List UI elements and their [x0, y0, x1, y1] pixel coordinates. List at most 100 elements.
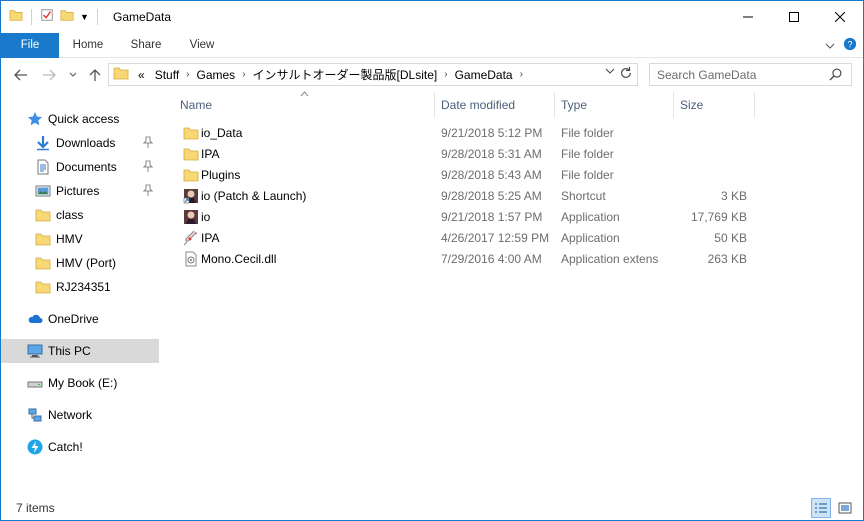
nav-item-rj234351[interactable]: RJ234351: [1, 275, 159, 299]
maximize-button[interactable]: [771, 1, 817, 33]
file-date: 9/28/2018 5:43 AM: [441, 168, 542, 182]
explorer-window: ▼ GameData File Home Share View ? « Stuf…: [0, 0, 864, 521]
nav-network[interactable]: Network: [1, 403, 159, 427]
table-row[interactable]: Mono.Cecil.dll 7/29/2016 4:00 AM Applica…: [179, 249, 759, 270]
properties-icon[interactable]: [40, 8, 54, 25]
nav-label: class: [56, 208, 84, 222]
search-input[interactable]: Search GameData: [649, 63, 852, 86]
file-size: 3 KB: [720, 189, 747, 203]
nav-my-book[interactable]: My Book (E:): [1, 371, 159, 395]
chevron-right-icon[interactable]: ›: [240, 69, 247, 80]
folder-icon: [35, 255, 51, 271]
nav-label: Downloads: [56, 136, 116, 150]
dll-icon: [183, 251, 199, 267]
nav-item-class[interactable]: class: [1, 203, 159, 227]
back-button[interactable]: [11, 65, 31, 85]
column-header-size[interactable]: Size: [672, 92, 752, 118]
item-count: 7 items: [16, 501, 55, 515]
breadcrumb-gamedata[interactable]: GameData: [450, 68, 518, 82]
pin-icon[interactable]: [142, 160, 154, 175]
nav-label: Catch!: [48, 440, 83, 454]
file-type: Application: [561, 210, 620, 224]
tab-file[interactable]: File: [1, 33, 59, 58]
refresh-icon[interactable]: [619, 66, 633, 83]
chevron-right-icon[interactable]: ›: [518, 69, 525, 80]
nav-item-pictures[interactable]: Pictures: [1, 179, 159, 203]
expand-ribbon-icon[interactable]: [825, 39, 835, 53]
folder-icon: [183, 167, 199, 183]
nav-onedrive[interactable]: OneDrive: [1, 307, 159, 331]
folder-icon: [35, 231, 51, 247]
large-icons-view-button[interactable]: [835, 498, 855, 518]
nav-this-pc[interactable]: This PC: [1, 339, 159, 363]
search-icon[interactable]: [829, 68, 857, 84]
table-row[interactable]: Plugins 9/28/2018 5:43 AM File folder: [179, 165, 759, 186]
column-header-date[interactable]: Date modified: [433, 92, 553, 118]
file-date: 4/26/2017 12:59 PM: [441, 231, 550, 245]
nav-item-downloads[interactable]: Downloads: [1, 131, 159, 155]
file-type: File folder: [561, 147, 614, 161]
table-row[interactable]: io (Patch & Launch) 9/28/2018 5:25 AM Sh…: [179, 186, 759, 207]
drive-icon: [27, 375, 43, 391]
details-view-button[interactable]: [811, 498, 831, 518]
file-date: 9/28/2018 5:31 AM: [441, 147, 542, 161]
syringe-icon: [183, 230, 199, 246]
file-date: 7/29/2016 4:00 AM: [441, 252, 542, 266]
file-type: File folder: [561, 126, 614, 140]
computer-icon: [27, 343, 43, 359]
breadcrumb-stuff[interactable]: Stuff: [150, 68, 184, 82]
file-size: 17,769 KB: [690, 210, 747, 224]
file-type: Shortcut: [561, 189, 606, 203]
nav-label: Quick access: [48, 112, 120, 126]
breadcrumb-games[interactable]: Games: [192, 68, 241, 82]
picture-icon: [35, 183, 51, 199]
nav-label: This PC: [48, 344, 91, 358]
table-row[interactable]: io_Data 9/21/2018 5:12 PM File folder: [179, 123, 759, 144]
folder-icon: [35, 279, 51, 295]
file-size: 263 KB: [707, 252, 747, 266]
file-date: 9/21/2018 5:12 PM: [441, 126, 543, 140]
recent-locations-button[interactable]: [63, 65, 83, 85]
chevron-right-icon[interactable]: ›: [184, 69, 191, 80]
nav-item-documents[interactable]: Documents: [1, 155, 159, 179]
close-button[interactable]: [817, 1, 863, 33]
title-bar: ▼ GameData: [1, 1, 863, 33]
breadcrumb-product[interactable]: インサルトオーダー製品版[DLsite]: [248, 66, 443, 83]
folder-icon: [183, 146, 199, 162]
column-header-type[interactable]: Type: [553, 92, 671, 118]
tab-view[interactable]: View: [177, 33, 227, 58]
folder-icon: [35, 207, 51, 223]
chevron-down-icon[interactable]: [605, 67, 615, 78]
tab-share[interactable]: Share: [121, 33, 171, 58]
breadcrumb-overflow[interactable]: «: [133, 68, 150, 82]
table-row[interactable]: IPA 9/28/2018 5:31 AM File folder: [179, 144, 759, 165]
up-button[interactable]: [85, 65, 105, 85]
tab-home[interactable]: Home: [63, 33, 113, 58]
pin-icon[interactable]: [142, 184, 154, 199]
file-type: File folder: [561, 168, 614, 182]
file-name: IPA: [201, 147, 220, 161]
folder-icon: [183, 125, 199, 141]
window-title: GameData: [113, 10, 172, 24]
file-date: 9/21/2018 1:57 PM: [441, 210, 543, 224]
help-icon[interactable]: ?: [843, 37, 857, 54]
lightning-icon: [27, 439, 43, 455]
address-bar[interactable]: « Stuff › Games › インサルトオーダー製品版[DLsite] ›…: [108, 63, 638, 86]
nav-item-hmv[interactable]: HMV: [1, 227, 159, 251]
nav-item-hmv-port[interactable]: HMV (Port): [1, 251, 159, 275]
column-header-name[interactable]: Name: [172, 92, 436, 118]
nav-catch[interactable]: Catch!: [1, 435, 159, 459]
table-row[interactable]: IPA 4/26/2017 12:59 PM Application 50 KB: [179, 228, 759, 249]
cloud-icon: [27, 311, 43, 327]
forward-button[interactable]: [39, 65, 59, 85]
customize-qat-icon[interactable]: ▼: [80, 12, 89, 22]
new-folder-icon[interactable]: [60, 8, 74, 25]
shortcut-icon: [183, 188, 199, 204]
table-row[interactable]: io 9/21/2018 1:57 PM Application 17,769 …: [179, 207, 759, 228]
chevron-right-icon[interactable]: ›: [442, 69, 449, 80]
quick-access-toolbar: ▼: [9, 8, 100, 25]
download-arrow-icon: [35, 135, 51, 151]
minimize-button[interactable]: [725, 1, 771, 33]
pin-icon[interactable]: [142, 136, 154, 151]
nav-quick-access[interactable]: Quick access: [1, 107, 159, 131]
